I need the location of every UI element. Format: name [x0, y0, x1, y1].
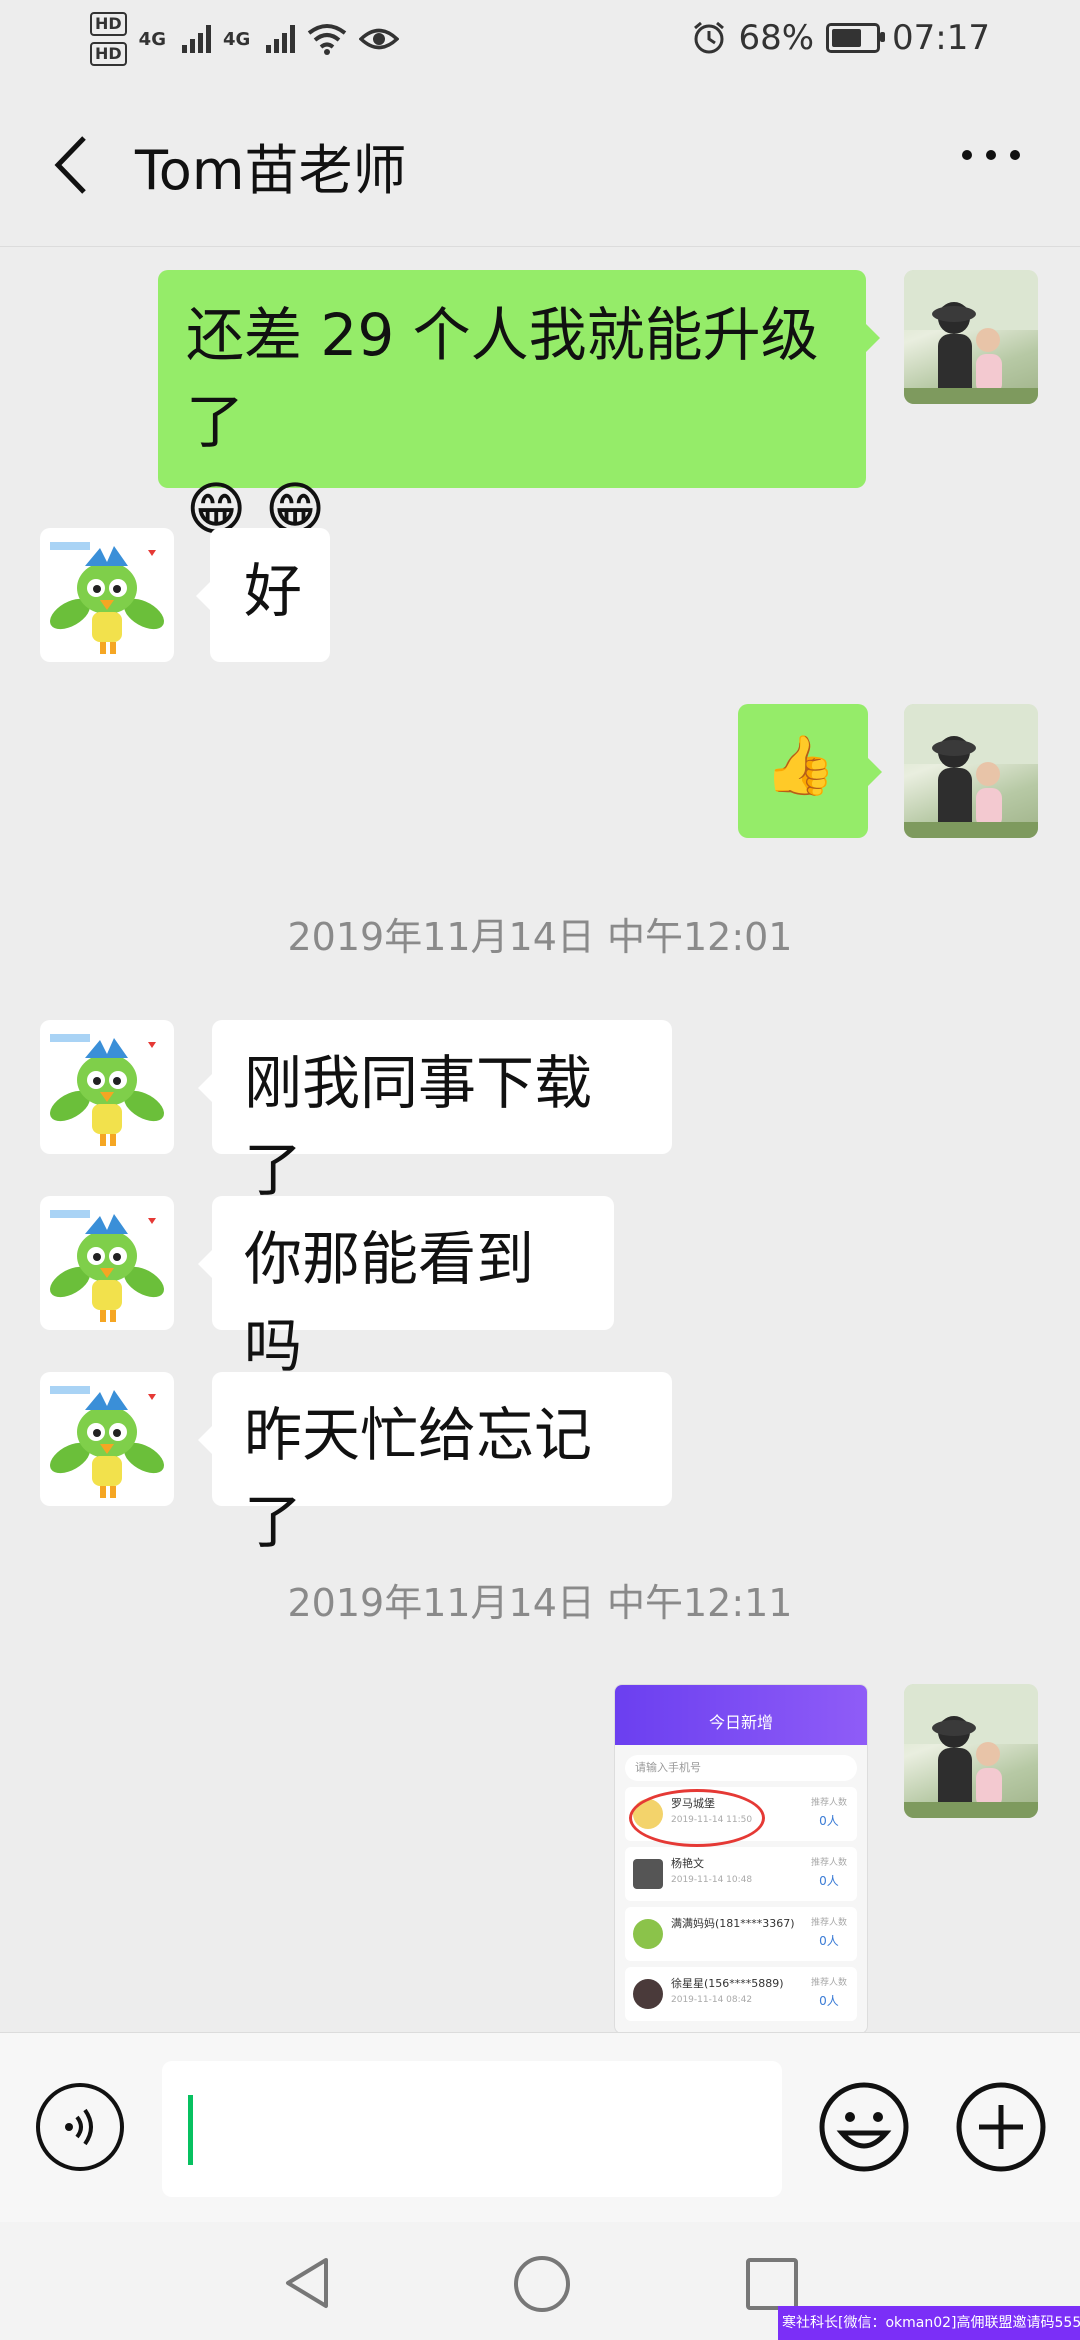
my-avatar[interactable]: [904, 704, 1038, 838]
signal-bars-2-icon: [266, 25, 296, 53]
item-count: 推荐人数 0人: [811, 1915, 847, 1949]
image-list-item: 杨艳文 2019-11-14 10:48 推荐人数 0人: [625, 1847, 857, 1901]
message-bubble-sent[interactable]: 👍: [738, 704, 882, 838]
message-text: 好: [244, 557, 303, 625]
chat-screen: HD HD 4G 4G 68% 07:17 Tom苗老师 还差 29 个人我就能…: [0, 0, 1080, 2340]
count-label: 推荐人数: [810, 1978, 847, 1988]
red-circle-annotation: [629, 1789, 765, 1847]
message-timestamp: 2019年11月14日 中午12:11: [287, 1581, 793, 1625]
hd-badge-2: HD: [90, 42, 127, 66]
count-label: 推荐人数: [810, 1918, 847, 1928]
wifi-icon: [308, 24, 347, 55]
image-title-bar: 今日新增: [615, 1685, 867, 1745]
item-date: 2019-11-14 10:48: [671, 1875, 753, 1885]
bird-mascot-icon: [50, 1034, 164, 1146]
bird-mascot-icon: [50, 1210, 164, 1322]
person-photo-icon: [904, 704, 1038, 838]
hd-indicators: HD HD: [90, 12, 127, 66]
contact-avatar[interactable]: [40, 1020, 174, 1154]
status-right: 68% 07:17: [692, 18, 990, 58]
item-name: 徐星星(156****5889): [671, 1977, 784, 1990]
dot-icon: [962, 150, 972, 160]
emoji-icon: [819, 2082, 909, 2172]
input-bar: [0, 2032, 1080, 2223]
image-list-item: 罗马城堡 2019-11-14 11:50 推荐人数 0人: [625, 1787, 857, 1847]
my-avatar[interactable]: [904, 270, 1038, 404]
item-date: 2019-11-14 08:42: [671, 1995, 753, 2005]
status-bar: HD HD 4G 4G 68% 07:17: [0, 0, 1080, 80]
emoji-button[interactable]: [818, 2081, 910, 2173]
person-photo-icon: [904, 270, 1038, 404]
battery-fill: [832, 29, 862, 47]
text-cursor: [188, 2095, 193, 2165]
plus-icon: [956, 2082, 1046, 2172]
message-bubble-received[interactable]: 好: [196, 528, 330, 662]
item-name: 满满妈妈(181****3367): [671, 1917, 795, 1930]
chevron-left-icon: [54, 136, 86, 194]
message-bubble-received[interactable]: 刚我同事下载了: [198, 1020, 672, 1204]
plus-button[interactable]: [955, 2081, 1047, 2173]
count-value: 0人: [819, 1934, 839, 1948]
count-value: 0人: [819, 1994, 839, 2008]
hd-badge-1: HD: [90, 12, 127, 36]
message-text: 昨天忙给忘记了: [244, 1401, 593, 1556]
dot-icon: [986, 150, 996, 160]
signal-bars-1-icon: [181, 25, 211, 53]
chat-header: Tom苗老师: [0, 80, 1080, 247]
voice-icon: [65, 2108, 93, 2146]
image-message[interactable]: 今日新增 请输入手机号 罗马城堡 2019-11-14 11:50 推荐人数 0人…: [614, 1684, 868, 2034]
item-name: 杨艳文: [671, 1857, 704, 1870]
avatar: [633, 1919, 663, 1949]
my-avatar[interactable]: [904, 1684, 1038, 1818]
watermark: 寒社科长[微信：okman02]高佣联盟邀请码555666: [778, 2306, 1080, 2340]
contact-avatar[interactable]: [40, 528, 174, 662]
back-button[interactable]: [40, 130, 100, 200]
message-text: 还差 29 个人我就能升级了: [186, 301, 819, 456]
count-label: 推荐人数: [810, 1798, 847, 1808]
status-left: HD HD 4G 4G: [90, 12, 400, 66]
avatar: [633, 1979, 663, 2009]
contact-avatar[interactable]: [40, 1196, 174, 1330]
item-count: 推荐人数 0人: [811, 1795, 847, 1829]
nav-back-icon[interactable]: [282, 2256, 332, 2310]
thumbs-up-emoji-icon: 👍: [764, 731, 837, 799]
clock: 07:17: [892, 18, 990, 58]
contact-avatar[interactable]: [40, 1372, 174, 1506]
message-text: 刚我同事下载了: [244, 1049, 593, 1204]
count-value: 0人: [819, 1814, 839, 1828]
message-text: 你那能看到吗: [244, 1225, 535, 1380]
image-title: 今日新增: [708, 1713, 773, 1732]
more-options-button[interactable]: [962, 150, 1020, 160]
image-search-field: 请输入手机号: [625, 1755, 857, 1781]
message-input[interactable]: [162, 2061, 782, 2197]
image-list-item: 满满妈妈(181****3367) 推荐人数 0人: [625, 1907, 857, 1961]
chat-title: Tom苗老师: [135, 139, 407, 202]
network-type-1: 4G: [138, 28, 166, 50]
avatar: [633, 1859, 663, 1889]
battery-icon: [826, 23, 886, 53]
message-bubble-received[interactable]: 昨天忙给忘记了: [198, 1372, 672, 1556]
bird-mascot-icon: [50, 542, 164, 654]
count-label: 推荐人数: [810, 1858, 847, 1868]
alarm-icon: [694, 21, 725, 54]
message-bubble-sent[interactable]: 还差 29 个人我就能升级了 😁 😁: [158, 270, 880, 543]
image-list-item: 徐星星(156****5889) 2019-11-14 08:42 推荐人数 0人: [625, 1967, 857, 2021]
item-count: 推荐人数 0人: [811, 1975, 847, 2009]
nav-recents-icon[interactable]: [746, 2258, 798, 2310]
message-bubble-received[interactable]: 你那能看到吗: [198, 1196, 614, 1380]
dot-icon: [1010, 150, 1020, 160]
message-timestamp: 2019年11月14日 中午12:01: [287, 915, 793, 959]
bird-mascot-icon: [50, 1386, 164, 1498]
network-type-2: 4G: [222, 28, 251, 50]
item-count: 推荐人数 0人: [811, 1855, 847, 1889]
count-value: 0人: [819, 1874, 839, 1888]
voice-button[interactable]: [36, 2083, 124, 2171]
person-photo-icon: [904, 1684, 1038, 1818]
eye-icon: [359, 28, 400, 50]
battery-percent: 68%: [738, 18, 815, 58]
nav-home-icon[interactable]: [514, 2256, 570, 2312]
